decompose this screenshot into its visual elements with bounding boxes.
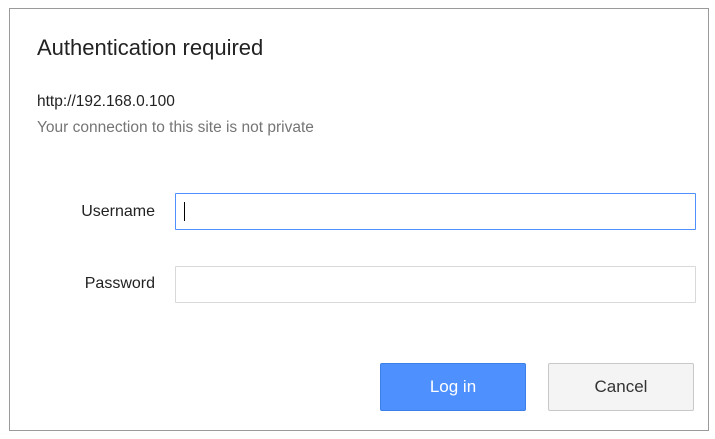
cancel-button[interactable]: Cancel (548, 363, 694, 411)
dialog-title: Authentication required (37, 35, 264, 60)
username-field[interactable] (175, 193, 696, 230)
text-caret (184, 202, 185, 221)
site-url: http://192.168.0.100 (37, 93, 175, 110)
login-button[interactable]: Log in (380, 363, 526, 411)
privacy-warning: Your connection to this site is not priv… (37, 119, 314, 136)
auth-dialog: Authentication required http://192.168.0… (9, 8, 709, 431)
password-field[interactable] (175, 266, 696, 303)
username-label: Username (81, 203, 155, 220)
password-label: Password (84, 275, 155, 292)
